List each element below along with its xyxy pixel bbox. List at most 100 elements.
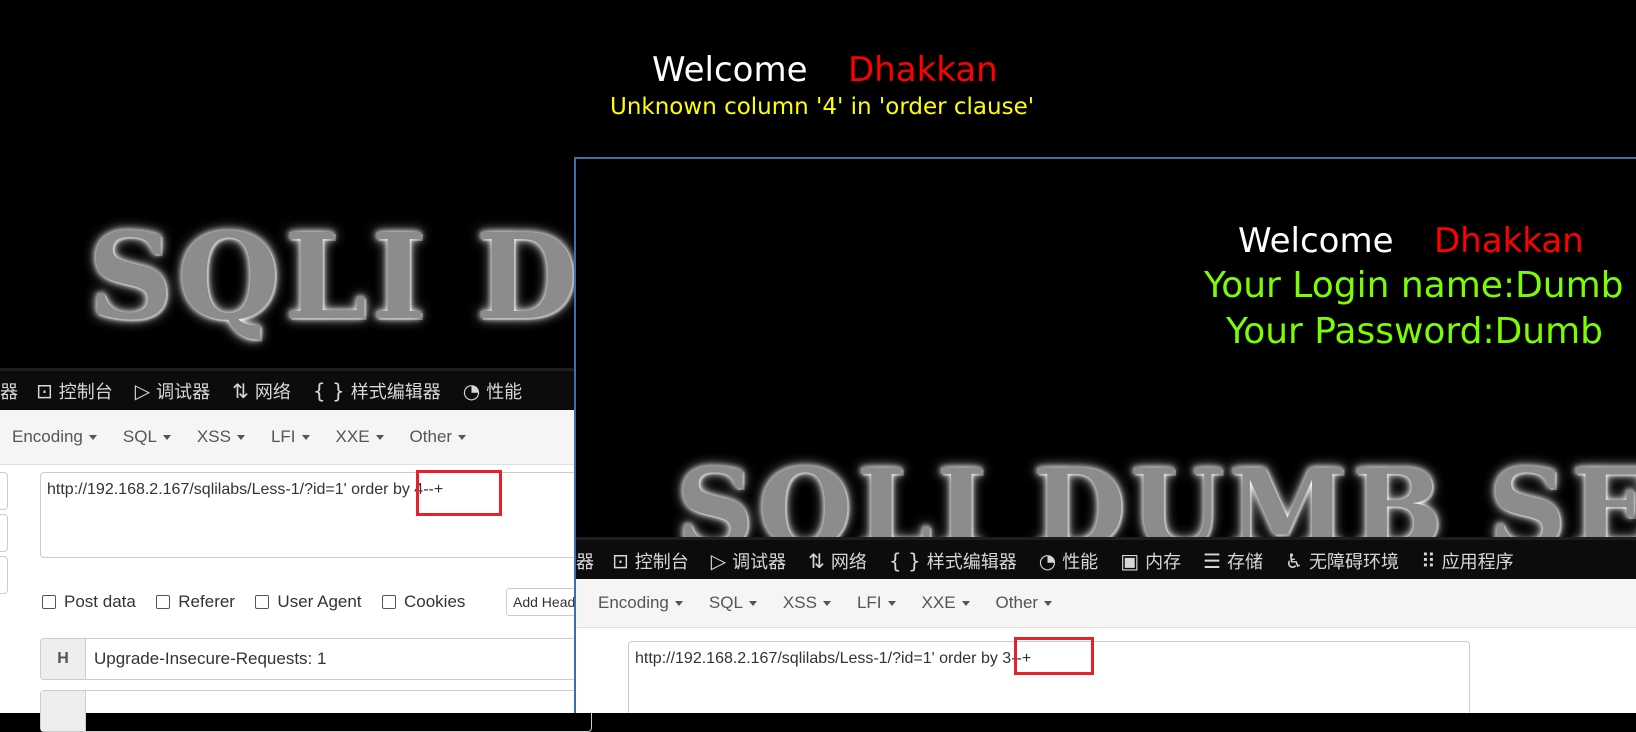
debugger-icon: ▷	[710, 549, 727, 573]
tab-performance[interactable]: ◔ 性能	[1039, 548, 1098, 574]
style-editor-icon: { }	[888, 549, 921, 573]
caret-down-icon	[88, 435, 97, 441]
menu-label: LFI	[270, 427, 296, 446]
tab-network[interactable]: ⇅ 网络	[232, 378, 291, 404]
caret-down-icon	[674, 601, 683, 607]
split-url-button[interactable]	[0, 514, 8, 552]
menu-xxe[interactable]: XXE	[336, 427, 384, 447]
welcome-text: Welcome	[1238, 221, 1394, 261]
tab-storage[interactable]: ☰ 存储	[1203, 548, 1263, 574]
tab-label: 无障碍环境	[1308, 552, 1399, 573]
checkbox-box	[42, 595, 56, 609]
menu-xxe[interactable]: XXE	[922, 593, 970, 613]
checkbox-box	[381, 595, 396, 609]
user-agent-checkbox[interactable]: User Agent	[255, 592, 362, 612]
post-data-checkbox[interactable]: Post data	[42, 592, 136, 612]
tab-label: 网络	[254, 382, 291, 403]
menu-label: XXE	[335, 427, 370, 446]
menu-label: XXE	[921, 593, 956, 612]
storage-icon: ☰	[1203, 549, 1222, 573]
checkbox-label: Post data	[64, 592, 136, 611]
tab-network[interactable]: ⇅ 网络	[808, 548, 867, 574]
username-text: Dhakkan	[1434, 221, 1584, 261]
password-text: Your Password:Dumb	[1226, 311, 1604, 352]
menu-encoding[interactable]: Encoding	[12, 427, 97, 447]
sql-error-message: Unknown column '4' in 'order clause'	[610, 94, 1035, 120]
menu-other[interactable]: Other	[996, 593, 1053, 613]
sqli-logo: SQLI D	[88, 207, 582, 346]
menu-label: SQL	[122, 427, 157, 446]
header-row-2	[40, 690, 592, 732]
tab-application[interactable]: ⠿ 应用程序	[1421, 548, 1514, 574]
tab-label: 存储	[1227, 552, 1264, 573]
caret-down-icon	[748, 601, 757, 607]
performance-icon: ◔	[1038, 549, 1057, 573]
hackbar-menu: Encoding SQL XSS LFI XXE Other	[576, 579, 1636, 628]
checkbox-label: Cookies	[403, 592, 466, 611]
tab-console[interactable]: ⊡ 控制台	[36, 378, 113, 404]
devtools-toolbar: 器 ⊡ 控制台 ▷ 调试器 ⇅ 网络 { } 样式编辑器 ◔ 性能 ▣ 内存 ☰ 存储 ♿ 无障…	[576, 537, 1636, 582]
tab-label: 应用程序	[1441, 552, 1514, 573]
hackbar-panel: Encoding SQL XSS LFI XXE Other http://19…	[576, 579, 1636, 713]
menu-other[interactable]: Other	[410, 427, 467, 447]
tab-debugger[interactable]: ▷ 调试器	[711, 548, 786, 574]
checkbox-box	[255, 595, 270, 609]
caret-down-icon	[162, 435, 171, 441]
header-key-badge-2	[41, 691, 86, 731]
highlight-box	[1014, 637, 1094, 675]
username-text: Dhakkan	[848, 50, 998, 90]
tab-style-editor[interactable]: { } 样式编辑器	[313, 378, 441, 404]
load-url-button[interactable]	[0, 472, 8, 510]
caret-down-icon	[1044, 601, 1053, 607]
header-value-input[interactable]: Upgrade-Insecure-Requests: 1	[86, 639, 326, 679]
menu-encoding[interactable]: Encoding	[598, 593, 683, 613]
caret-down-icon	[375, 435, 384, 441]
performance-icon: ◔	[462, 379, 481, 403]
tab-label: 控制台	[58, 382, 113, 403]
caret-down-icon	[887, 601, 896, 607]
menu-label: LFI	[856, 593, 882, 612]
login-name-text: Your Login name:Dumb	[1204, 265, 1624, 306]
hackbar-menu: Encoding SQL XSS LFI XXE Other	[0, 410, 575, 465]
menu-lfi[interactable]: LFI	[271, 427, 310, 447]
referer-checkbox[interactable]: Referer	[156, 592, 235, 612]
devtools-truncated-tab[interactable]: 器	[0, 378, 18, 404]
highlight-box	[416, 470, 502, 516]
tab-label: 内存	[1145, 552, 1182, 573]
add-header-button[interactable]: Add Head	[506, 588, 583, 616]
caret-down-icon	[236, 435, 245, 441]
menu-xss[interactable]: XSS	[197, 427, 245, 447]
execute-button[interactable]	[0, 556, 8, 594]
tab-console[interactable]: ⊡ 控制台	[612, 548, 689, 574]
menu-label: XSS	[196, 427, 231, 446]
url-textarea[interactable]: http://192.168.2.167/sqlilabs/Less-1/?id…	[40, 472, 600, 558]
caret-down-icon	[961, 601, 970, 607]
hackbar-panel: Encoding SQL XSS LFI XXE Other http://19…	[0, 410, 600, 732]
tab-label: 性能	[486, 382, 523, 403]
menu-label: Encoding	[12, 427, 83, 446]
welcome-text: Welcome	[652, 50, 808, 90]
menu-xss[interactable]: XSS	[783, 593, 831, 613]
checkbox-label: Referer	[178, 592, 235, 611]
header-key-badge: H	[41, 639, 86, 679]
tab-label: 调试器	[732, 552, 787, 573]
tab-accessibility[interactable]: ♿ 无障碍环境	[1285, 548, 1399, 574]
tab-label: 性能	[1062, 552, 1099, 573]
memory-icon: ▣	[1120, 549, 1140, 573]
menu-lfi[interactable]: LFI	[857, 593, 896, 613]
tab-performance[interactable]: ◔ 性能	[463, 378, 522, 404]
menu-sql[interactable]: SQL	[123, 427, 171, 447]
devtools-truncated-tab[interactable]: 器	[576, 548, 594, 574]
console-icon: ⊡	[612, 549, 629, 573]
tab-debugger[interactable]: ▷ 调试器	[135, 378, 210, 404]
menu-sql[interactable]: SQL	[709, 593, 757, 613]
tab-label: 控制台	[634, 552, 689, 573]
cookies-checkbox[interactable]: Cookies	[381, 592, 466, 612]
accessibility-icon: ♿	[1285, 549, 1303, 573]
tab-style-editor[interactable]: { } 样式编辑器	[889, 548, 1017, 574]
tab-memory[interactable]: ▣ 内存	[1120, 548, 1181, 574]
checkbox-box	[156, 595, 171, 609]
menu-label: Other	[995, 593, 1039, 612]
menu-label: Other	[409, 427, 453, 446]
checkbox-label: User Agent	[277, 592, 362, 611]
